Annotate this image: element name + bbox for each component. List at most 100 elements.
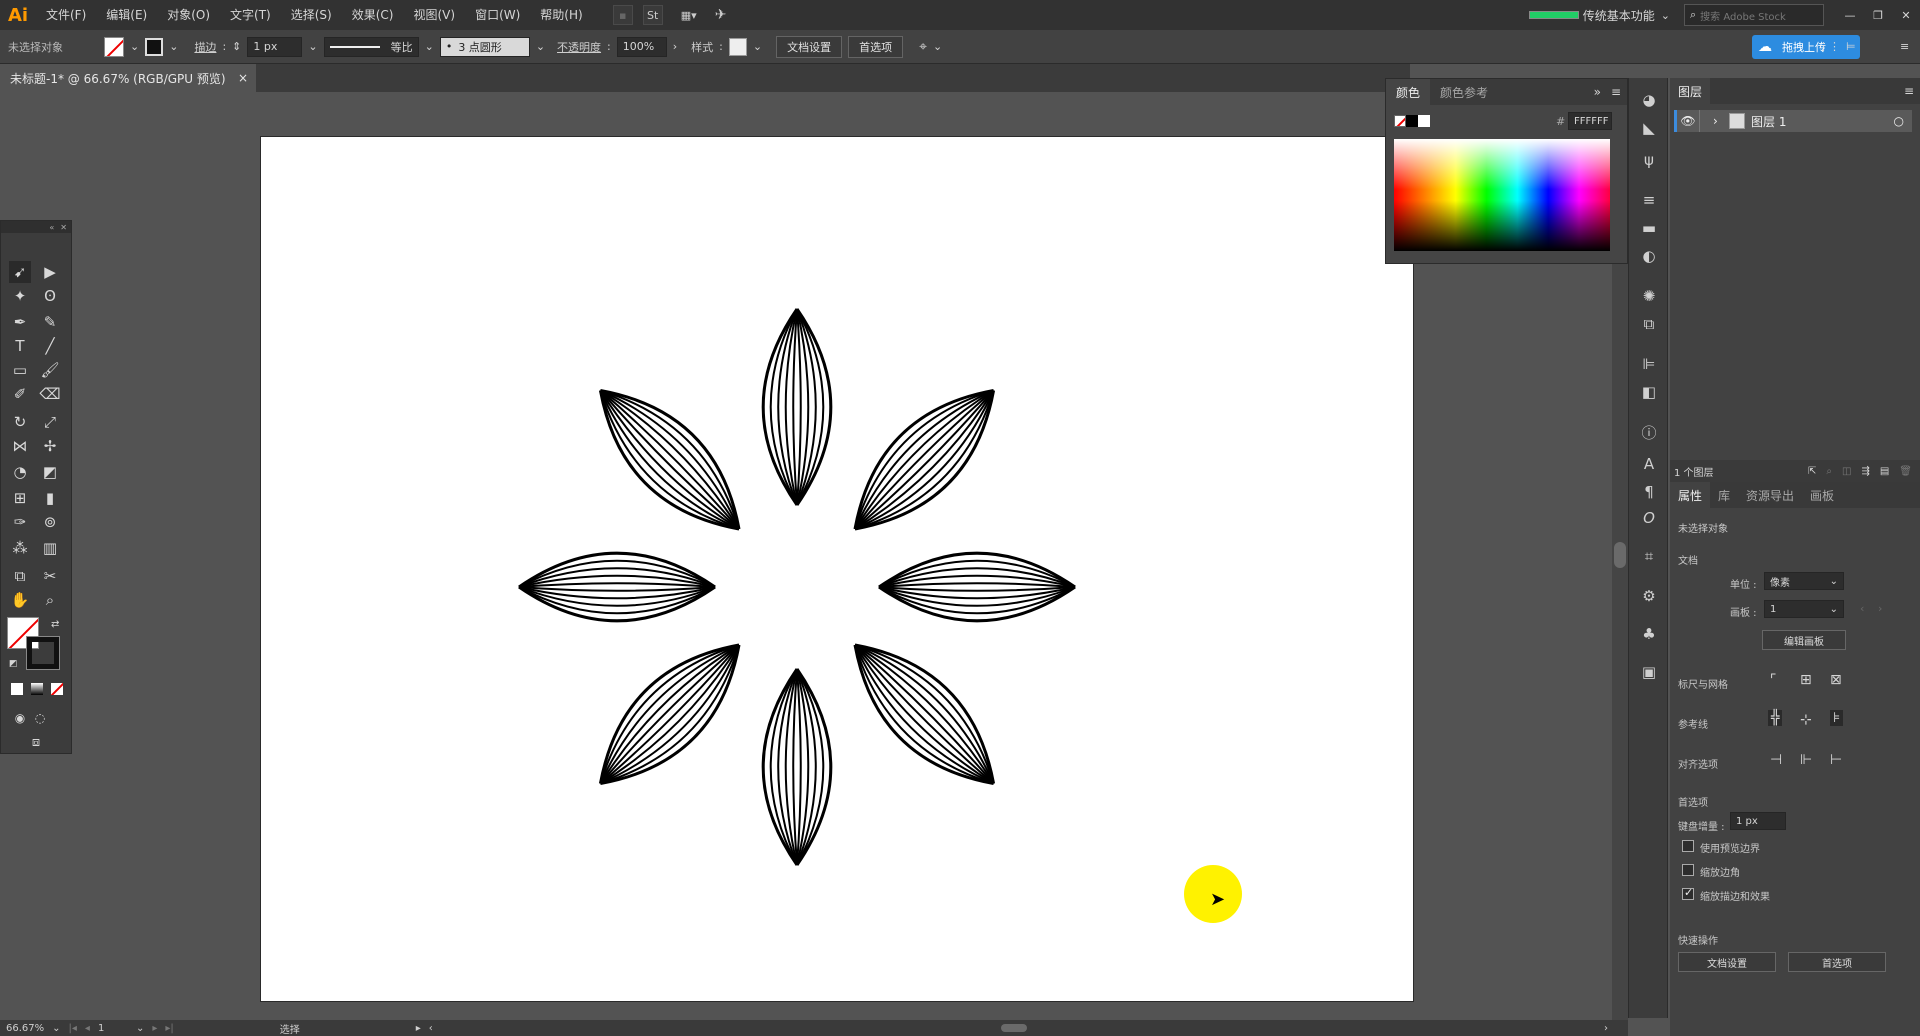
none-swatch[interactable] xyxy=(1394,115,1406,127)
bridge-icon[interactable]: ▪ xyxy=(612,5,633,25)
chevron-right-icon[interactable]: › xyxy=(673,40,677,53)
blend-tool-icon[interactable]: ⊚ xyxy=(39,511,61,533)
brush-definition[interactable]: • 3 点圆形 xyxy=(439,36,530,57)
none-mode-icon[interactable] xyxy=(51,683,63,695)
chevron-down-icon[interactable]: ⌄ xyxy=(308,40,317,53)
default-colors-icon[interactable]: ◩ xyxy=(9,659,18,669)
opacity-label[interactable]: 不透明度 xyxy=(557,39,601,55)
tab-color[interactable]: 颜色 xyxy=(1386,79,1431,105)
menu-help[interactable]: 帮助(H) xyxy=(530,0,592,30)
units-select[interactable]: 像素 ⌄ xyxy=(1764,572,1844,590)
hex-input[interactable]: FFFFFF xyxy=(1568,112,1612,130)
shaper-tool-icon[interactable]: ✐ xyxy=(9,383,31,405)
eyedropper-tool-icon[interactable]: ✑ xyxy=(9,511,31,533)
layer-row[interactable]: 👁 › 图层 1 ○ xyxy=(1674,110,1912,132)
pathfinder-panel-icon[interactable]: ◧ xyxy=(1637,380,1661,404)
tab-asset-export[interactable]: 资源导出 xyxy=(1738,487,1802,504)
preferences-button[interactable]: 首选项 xyxy=(1788,952,1886,972)
target-icon[interactable]: ○ xyxy=(1894,114,1904,128)
export-icon[interactable]: ⇱ xyxy=(1808,466,1816,477)
chevron-right-icon[interactable]: › xyxy=(1713,114,1729,128)
close-icon[interactable]: ✕ xyxy=(1892,9,1920,22)
align-panel-icon[interactable]: ⊫ xyxy=(1637,352,1661,376)
align-left-icon[interactable]: ⊣ xyxy=(1770,752,1782,768)
width-tool-icon[interactable]: ⋈ xyxy=(9,435,31,457)
magic-wand-tool-icon[interactable]: ✦ xyxy=(9,285,31,307)
chevron-down-icon[interactable]: ⌄ xyxy=(169,40,178,53)
color-spectrum[interactable] xyxy=(1394,139,1610,251)
settings-icon[interactable]: ⚙ xyxy=(1637,584,1661,608)
arrange-icon[interactable]: ⋮⋮ xyxy=(1818,40,1840,53)
swap-colors-icon[interactable]: ⇄ xyxy=(51,619,59,630)
rulers-icon[interactable]: ⌜ xyxy=(1770,672,1777,688)
tab-properties[interactable]: 属性 xyxy=(1670,482,1711,508)
color-guide-icon[interactable]: ◣ xyxy=(1637,116,1661,140)
graphic-styles-icon[interactable]: ⧉ xyxy=(1637,312,1661,336)
puppet-warp-tool-icon[interactable]: ✢ xyxy=(39,435,61,457)
lasso-tool-icon[interactable]: ʘ xyxy=(39,285,61,307)
menu-select[interactable]: 选择(S) xyxy=(281,0,342,30)
flower-petal[interactable] xyxy=(577,367,763,553)
color-panel-icon[interactable]: ◕ xyxy=(1637,88,1661,112)
chevron-down-icon[interactable]: ⌄ xyxy=(536,40,545,53)
document-setup-button[interactable]: 文档设置 xyxy=(1678,952,1776,972)
lock-guides-icon[interactable]: ⊹ xyxy=(1800,712,1812,728)
next-artboard-icon[interactable]: › xyxy=(1878,602,1882,615)
menu-type[interactable]: 文字(T) xyxy=(220,0,281,30)
use-preview-bounds-checkbox[interactable] xyxy=(1682,840,1694,852)
gradient-panel-icon[interactable]: ▬ xyxy=(1637,216,1661,240)
flower-petal[interactable] xyxy=(761,308,833,506)
rotate-tool-icon[interactable]: ↻ xyxy=(9,411,31,433)
chevron-down-icon[interactable]: ⌄ xyxy=(425,40,434,53)
next-artboard-icon[interactable]: ▸ xyxy=(152,1023,157,1034)
align-panel-icon[interactable]: ⊨ xyxy=(1846,40,1856,53)
opacity-input[interactable]: 100% xyxy=(616,36,667,57)
first-artboard-icon[interactable]: |◂ xyxy=(69,1023,77,1034)
layer-name[interactable]: 图层 1 xyxy=(1751,113,1786,130)
type-tool-icon[interactable]: T xyxy=(9,335,31,357)
find-icon[interactable]: ⌕ xyxy=(1826,466,1832,477)
flower-petal[interactable] xyxy=(761,668,833,866)
flower-artwork[interactable] xyxy=(261,137,1413,1001)
artboard-tool-icon[interactable]: ⧉ xyxy=(9,565,31,587)
chevron-down-icon[interactable]: ⌄ xyxy=(933,40,942,53)
stroke-stepper-icon[interactable]: ⇕ xyxy=(232,40,241,53)
chevron-down-icon[interactable]: ⌄ xyxy=(130,40,139,53)
stock-button[interactable]: St xyxy=(642,5,663,25)
paragraph-panel-icon[interactable]: ¶ xyxy=(1637,480,1661,504)
image-trace-icon[interactable]: ▣ xyxy=(1637,660,1661,684)
tab-layers[interactable]: 图层 xyxy=(1670,78,1711,104)
stroke-label[interactable]: 描边 xyxy=(194,39,216,55)
curvature-tool-icon[interactable]: ✎ xyxy=(39,311,61,333)
pen-tool-icon[interactable]: ✒ xyxy=(9,311,31,333)
new-layer-icon[interactable]: ▤ xyxy=(1880,466,1889,477)
align-right-icon[interactable]: ⊢ xyxy=(1830,752,1842,768)
tab-libraries[interactable]: 库 xyxy=(1710,487,1738,504)
perspective-grid-tool-icon[interactable]: ◩ xyxy=(39,461,61,483)
draw-mode-icon[interactable]: ◉ xyxy=(9,707,31,729)
gradient-mode-icon[interactable] xyxy=(31,683,43,695)
usb-icon[interactable]: ψ xyxy=(1637,148,1661,172)
chevron-down-icon[interactable]: ⌄ xyxy=(1661,9,1670,22)
flower-petal[interactable] xyxy=(577,621,763,807)
transform-panel-icon[interactable]: ⌗ xyxy=(1637,544,1661,568)
keyboard-increment-input[interactable]: 1 px xyxy=(1730,812,1786,830)
transparency-grid-icon[interactable]: ⊠ xyxy=(1830,672,1842,688)
artboard[interactable] xyxy=(261,137,1413,1001)
scroll-right-icon[interactable]: › xyxy=(1604,1023,1608,1034)
symbols-panel-icon[interactable]: ♣ xyxy=(1637,622,1661,646)
menu-object[interactable]: 对象(O) xyxy=(157,0,220,30)
document-setup-button[interactable]: 文档设置 xyxy=(776,35,843,58)
menu-file[interactable]: 文件(F) xyxy=(36,0,96,30)
color-mode-icon[interactable] xyxy=(11,683,23,695)
gpu-icon[interactable]: ✈ xyxy=(715,7,727,23)
screen-mode-icon[interactable]: ⧈ xyxy=(25,731,47,753)
chevron-down-icon[interactable]: ⌄ xyxy=(136,1023,144,1034)
align-center-icon[interactable]: ⊩ xyxy=(1800,752,1812,768)
stock-search-input[interactable]: ⌕ 搜索 Adobe Stock xyxy=(1684,4,1824,26)
line-tool-icon[interactable]: ╱ xyxy=(39,335,61,357)
symbol-sprayer-tool-icon[interactable]: ⁂ xyxy=(9,537,31,559)
transform-icon[interactable]: ⌖ xyxy=(919,39,927,55)
graph-tool-icon[interactable]: ▥ xyxy=(39,537,61,559)
variable-width-profile[interactable]: 等比 xyxy=(323,36,419,57)
